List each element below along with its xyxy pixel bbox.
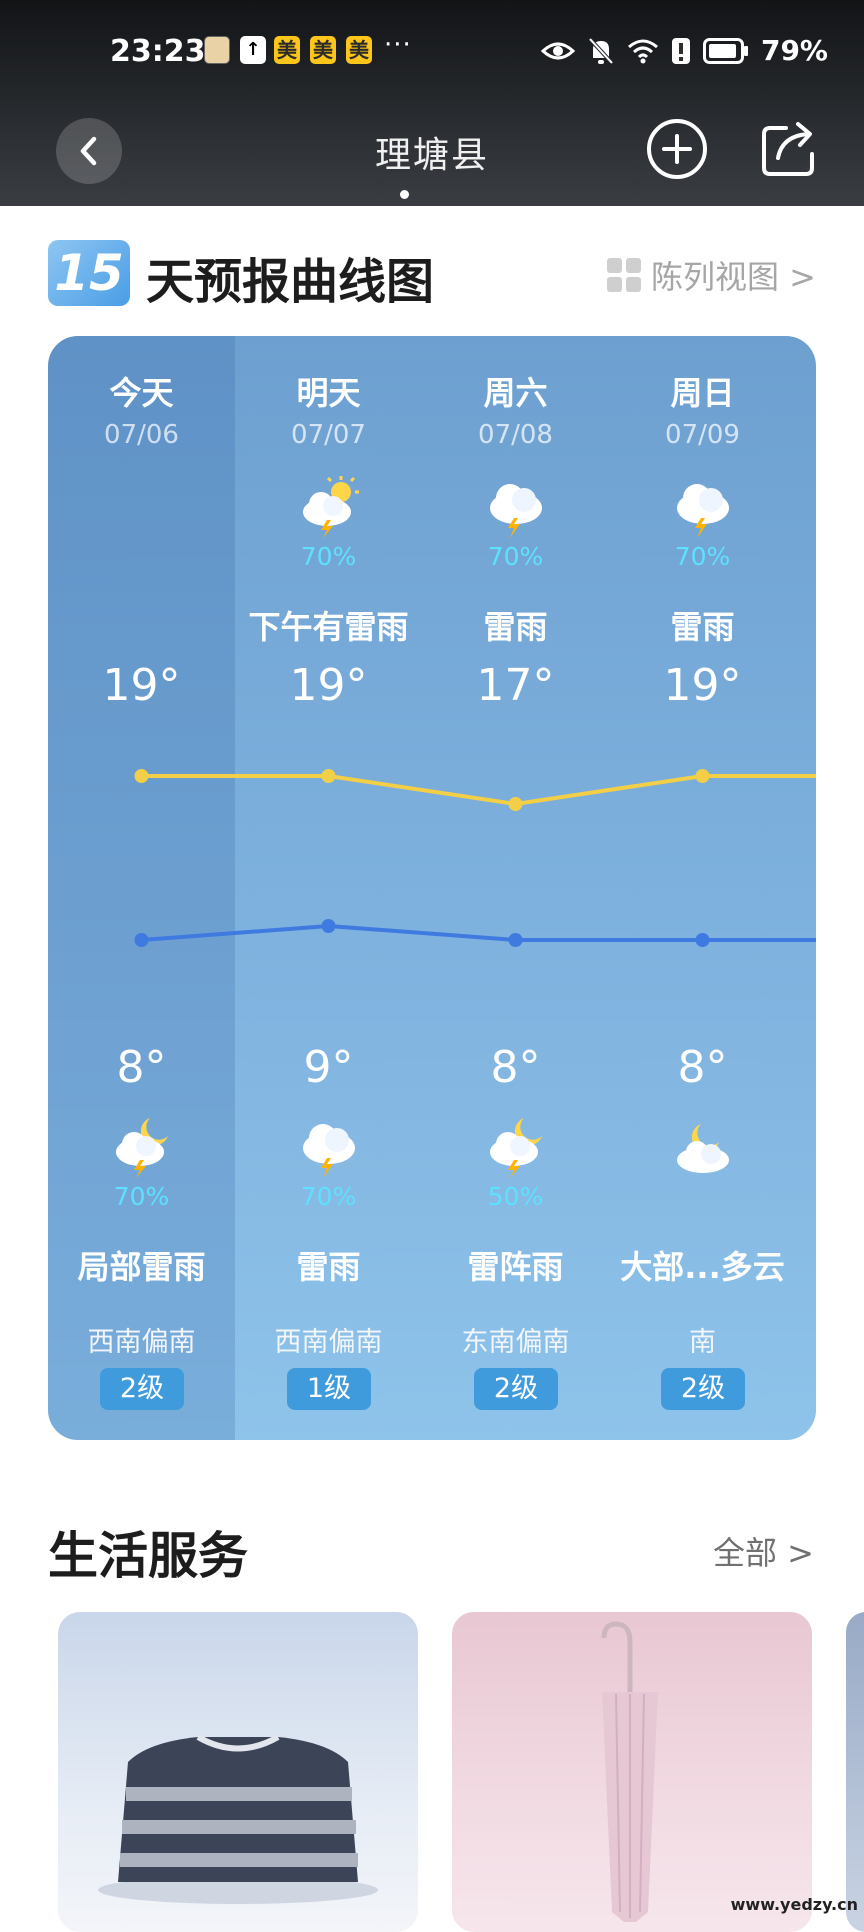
wind-level-badge: 2级	[661, 1368, 745, 1410]
grid-icon	[607, 258, 641, 292]
share-icon	[758, 118, 820, 180]
forecast-heading: 15 天预报曲线图 陈列视图 >	[48, 238, 828, 306]
more-notifications-icon: ···	[384, 30, 412, 60]
status-time: 23:23	[110, 34, 206, 69]
day-condition: 雷雨	[422, 602, 609, 648]
add-city-button[interactable]	[646, 118, 708, 180]
day-name: 今天	[48, 368, 235, 414]
night-condition: 雷雨	[235, 1242, 422, 1288]
grid-view-button[interactable]: 陈列视图 >	[607, 252, 816, 298]
high-temp: 19°	[48, 660, 235, 711]
day-date: 07/06	[48, 420, 235, 450]
app-notification-icon	[204, 36, 230, 64]
day-condition: 雷雨	[609, 602, 796, 648]
status-bar: 23:23 ↑ 美 美 美 ··· 79%	[0, 30, 864, 74]
service-card[interactable]	[846, 1612, 864, 1932]
forecast-day-column[interactable]: 周六 07/08 70% 雷雨 17° 8° 50% 雷阵雨 东南偏南 2级	[422, 336, 609, 1440]
life-services-all-link[interactable]: 全部 >	[713, 1528, 814, 1574]
grid-view-label: 陈列视图 >	[651, 252, 816, 298]
day-name: 周日	[609, 368, 796, 414]
wind-direction: 西南偏南	[235, 1320, 422, 1359]
day-condition: 下午有雷雨	[235, 602, 422, 648]
low-temp: 8°	[609, 1042, 796, 1093]
moon-thunder-icon	[484, 1114, 548, 1178]
low-temp: 9°	[235, 1042, 422, 1093]
thunderstorm-icon	[297, 1114, 361, 1178]
top-header: 23:23 ↑ 美 美 美 ··· 79% 理塘县	[0, 0, 864, 206]
clothing-service-card[interactable]	[58, 1612, 418, 1932]
moon-thunder-icon	[110, 1114, 174, 1178]
day-name: 明天	[235, 368, 422, 414]
night-condition: 雷阵雨	[422, 1242, 609, 1288]
alert-icon	[671, 37, 691, 65]
day-precip-chance: 70%	[609, 542, 796, 571]
forecast-days-badge: 15	[48, 240, 130, 306]
nav-bar: 理塘县	[0, 106, 864, 190]
status-right: 79%	[541, 34, 828, 67]
night-precip-chance: 70%	[48, 1182, 235, 1211]
low-temp: 8°	[48, 1042, 235, 1093]
meituan-icon: 美	[274, 36, 300, 64]
wind-level-badge: 1级	[287, 1368, 371, 1410]
low-temp: 8°	[422, 1042, 609, 1093]
night-condition: 大部...多云	[609, 1242, 796, 1288]
day-precip-chance: 70%	[235, 542, 422, 571]
forecast-day-column[interactable]: 周日 07/09 70% 雷雨 19° 8° 大部...多云 南 2级	[609, 336, 796, 1440]
sweater-image	[58, 1612, 418, 1932]
forecast-day-column[interactable]: 今天 07/06 19° 8° 70% 局部雷雨 西南偏南 2级	[48, 336, 235, 1440]
bell-muted-icon	[587, 36, 615, 66]
umbrella-service-card[interactable]	[452, 1612, 812, 1932]
day-name: 周六	[422, 368, 609, 414]
upload-icon: ↑	[240, 36, 266, 64]
day-date: 07/08	[422, 420, 609, 450]
thunderstorm-icon	[671, 474, 735, 538]
umbrella-image	[452, 1612, 812, 1932]
wind-direction: 南	[609, 1320, 796, 1359]
day-precip-chance: 70%	[422, 542, 609, 571]
forecast-card[interactable]: 今天 07/06 19° 8° 70% 局部雷雨 西南偏南 2级 明天 07/0…	[48, 336, 816, 1440]
high-temp: 19°	[235, 660, 422, 711]
high-temp: 17°	[422, 660, 609, 711]
city-title: 理塘县	[0, 126, 864, 178]
night-precip-chance: 50%	[422, 1182, 609, 1211]
wind-level-badge: 2级	[474, 1368, 558, 1410]
life-services-title: 生活服务	[48, 1516, 248, 1588]
meituan-icon: 美	[310, 36, 336, 64]
wind-direction: 西南偏南	[48, 1320, 235, 1359]
thunderstorm-icon	[484, 474, 548, 538]
watermark: www.yedzy.cn	[731, 1895, 858, 1914]
page-indicator-dot	[400, 190, 409, 199]
eye-icon	[541, 39, 575, 63]
wifi-icon	[627, 38, 659, 64]
share-button[interactable]	[758, 118, 820, 180]
forecast-day-column[interactable]: 明天 07/07 70% 下午有雷雨 19° 9° 70% 雷雨 西南偏南 1级	[235, 336, 422, 1440]
day-date: 07/07	[235, 420, 422, 450]
forecast-title: 天预报曲线图	[146, 242, 434, 312]
battery-icon	[703, 38, 749, 64]
meituan-icon: 美	[346, 36, 372, 64]
battery-percentage: 79%	[761, 34, 828, 67]
sun-thunder-icon	[297, 474, 361, 538]
moon-cloud-icon	[671, 1114, 735, 1178]
night-precip-chance: 70%	[235, 1182, 422, 1211]
wind-level-badge: 2级	[100, 1368, 184, 1410]
plus-circle-icon	[646, 118, 708, 180]
high-temp: 19°	[609, 660, 796, 711]
day-date: 07/09	[609, 420, 796, 450]
wind-direction: 东南偏南	[422, 1320, 609, 1359]
night-condition: 局部雷雨	[48, 1242, 235, 1288]
